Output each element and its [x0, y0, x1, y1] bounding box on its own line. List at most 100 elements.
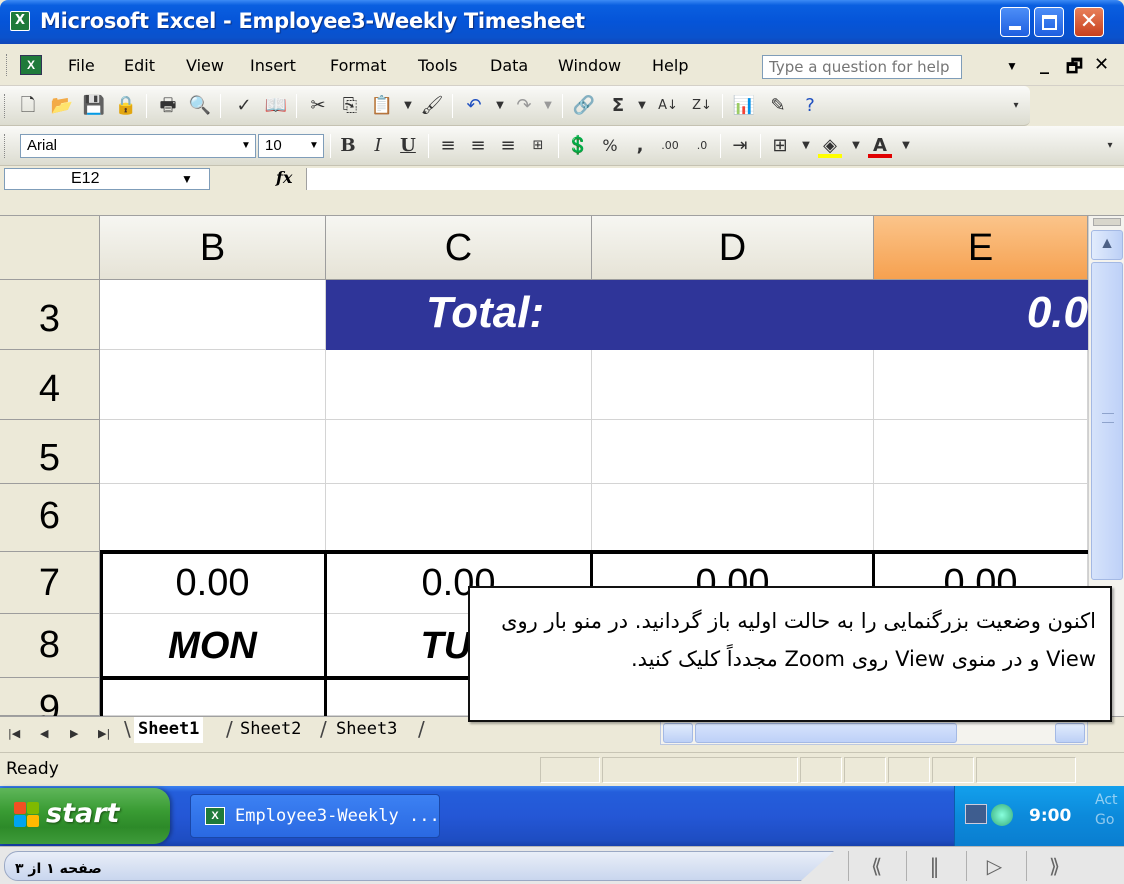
- cell-b7[interactable]: 0.00: [100, 552, 326, 614]
- security-icon[interactable]: [991, 804, 1013, 826]
- row-header-4[interactable]: 4: [0, 350, 100, 420]
- menu-insert[interactable]: Insert: [250, 56, 296, 75]
- font-name-select[interactable]: Arial ▼: [20, 134, 256, 158]
- cell-e5[interactable]: [874, 420, 1088, 484]
- hyperlink-icon[interactable]: 🔗: [572, 94, 596, 118]
- menu-file[interactable]: File: [68, 56, 95, 75]
- sheet-tab-2[interactable]: Sheet2: [236, 717, 305, 743]
- split-box[interactable]: [1093, 218, 1121, 226]
- sort-descending-icon[interactable]: Z↓: [690, 94, 714, 118]
- name-box[interactable]: E12 ▼: [4, 168, 210, 190]
- close-button[interactable]: ✕: [1074, 7, 1104, 37]
- research-icon[interactable]: 📖: [264, 94, 288, 118]
- autosum-dropdown-icon[interactable]: ▼: [630, 94, 654, 118]
- align-right-icon[interactable]: ≡: [496, 134, 520, 158]
- permission-icon[interactable]: 🔒: [114, 94, 138, 118]
- row-header-9[interactable]: 9: [0, 678, 100, 716]
- fill-color-dropdown-icon[interactable]: ▼: [844, 134, 868, 158]
- toolbar-options-icon[interactable]: ▾: [1004, 94, 1028, 118]
- select-all-corner[interactable]: [0, 216, 100, 280]
- align-center-icon[interactable]: ≡: [466, 134, 490, 158]
- copy-icon[interactable]: ⎘: [338, 94, 362, 118]
- cell-c4[interactable]: [326, 350, 592, 420]
- cell-c5[interactable]: [326, 420, 592, 484]
- column-header-c[interactable]: C: [326, 216, 592, 280]
- cut-icon[interactable]: ✂: [306, 94, 330, 118]
- cell-b8[interactable]: MON: [100, 614, 326, 678]
- font-size-select[interactable]: 10 ▼: [258, 134, 324, 158]
- row-header-6[interactable]: 6: [0, 484, 100, 552]
- column-header-b[interactable]: B: [100, 216, 326, 280]
- cell-d6[interactable]: [592, 484, 874, 552]
- taskbar-excel-button[interactable]: X Employee3-Weekly ...: [190, 794, 440, 838]
- scroll-left-icon[interactable]: [663, 723, 693, 743]
- scroll-thumb[interactable]: [695, 723, 957, 743]
- toolbar-grip[interactable]: [4, 94, 7, 118]
- align-left-icon[interactable]: ≡: [436, 134, 460, 158]
- doc-restore-icon[interactable]: 🗗: [1066, 54, 1083, 84]
- menu-data[interactable]: Data: [490, 56, 528, 75]
- cell-b4[interactable]: [100, 350, 326, 420]
- next-sheet-icon[interactable]: ▶: [70, 727, 78, 740]
- fast-forward-button[interactable]: ⟫: [1026, 851, 1082, 881]
- menu-window[interactable]: Window: [558, 56, 621, 75]
- underline-icon[interactable]: U: [396, 134, 420, 158]
- menu-tools[interactable]: Tools: [418, 56, 457, 75]
- paste-icon[interactable]: 📋: [370, 94, 394, 118]
- chart-wizard-icon[interactable]: 📊: [732, 94, 756, 118]
- redo-dropdown-icon[interactable]: ▼: [536, 94, 560, 118]
- title-bar[interactable]: X Microsoft Excel - Employee3-Weekly Tim…: [0, 0, 1124, 44]
- first-sheet-icon[interactable]: |◀: [8, 727, 20, 740]
- menu-view[interactable]: View: [186, 56, 224, 75]
- chevron-down-icon[interactable]: ▼: [237, 135, 255, 157]
- prev-sheet-icon[interactable]: ◀: [40, 727, 48, 740]
- cell-d5[interactable]: [592, 420, 874, 484]
- borders-icon[interactable]: ⊞: [768, 134, 792, 158]
- indent-icon[interactable]: ⇥: [728, 134, 752, 158]
- comma-style-icon[interactable]: ,: [628, 134, 652, 158]
- currency-icon[interactable]: 💲: [566, 134, 590, 158]
- clock[interactable]: 9:00: [1029, 806, 1071, 826]
- font-color-dropdown-icon[interactable]: ▼: [894, 134, 918, 158]
- cell-c6[interactable]: [326, 484, 592, 552]
- undo-dropdown-icon[interactable]: ▼: [488, 94, 512, 118]
- cell-b5[interactable]: [100, 420, 326, 484]
- italic-icon[interactable]: I: [366, 134, 390, 158]
- row-header-8[interactable]: 8: [0, 614, 100, 678]
- menu-edit[interactable]: Edit: [124, 56, 155, 75]
- undo-icon[interactable]: ↶: [462, 94, 486, 118]
- column-header-e[interactable]: E: [874, 216, 1088, 280]
- doc-close-icon[interactable]: ✕: [1094, 54, 1109, 75]
- decrease-decimal-icon[interactable]: .0: [690, 134, 714, 158]
- bold-icon[interactable]: B: [336, 134, 360, 158]
- menu-grip[interactable]: [6, 54, 9, 76]
- new-document-icon[interactable]: 🗋: [16, 94, 40, 118]
- horizontal-scrollbar[interactable]: [660, 721, 1088, 745]
- total-header-band[interactable]: Total: 0.0: [326, 280, 1088, 350]
- cell-e4[interactable]: [874, 350, 1088, 420]
- help-search-input[interactable]: [762, 55, 962, 79]
- start-button[interactable]: start: [0, 788, 170, 844]
- row-header-5[interactable]: 5: [0, 420, 100, 484]
- spelling-icon[interactable]: ✓: [232, 94, 256, 118]
- toolbar-options-icon[interactable]: ▾: [1098, 134, 1122, 158]
- excel-icon[interactable]: X: [10, 11, 30, 31]
- print-icon[interactable]: 🖶: [156, 94, 180, 118]
- column-header-d[interactable]: D: [592, 216, 874, 280]
- chevron-down-icon[interactable]: ▼: [1006, 59, 1018, 73]
- help-icon[interactable]: ?: [798, 94, 822, 118]
- font-color-icon[interactable]: A: [868, 134, 892, 158]
- autosum-icon[interactable]: Σ: [606, 94, 630, 118]
- pause-button[interactable]: ‖: [906, 851, 962, 881]
- cell-b9[interactable]: [100, 678, 326, 716]
- print-preview-icon[interactable]: 🔍: [188, 94, 212, 118]
- borders-dropdown-icon[interactable]: ▼: [794, 134, 818, 158]
- scroll-up-icon[interactable]: ▲: [1091, 230, 1123, 260]
- network-icon[interactable]: [965, 804, 987, 824]
- menu-format[interactable]: Format: [330, 56, 386, 75]
- cell-d4[interactable]: [592, 350, 874, 420]
- workbook-icon[interactable]: X: [20, 55, 42, 75]
- paste-dropdown-icon[interactable]: ▼: [396, 94, 420, 118]
- scroll-right-icon[interactable]: [1055, 723, 1085, 743]
- maximize-button[interactable]: [1034, 7, 1064, 37]
